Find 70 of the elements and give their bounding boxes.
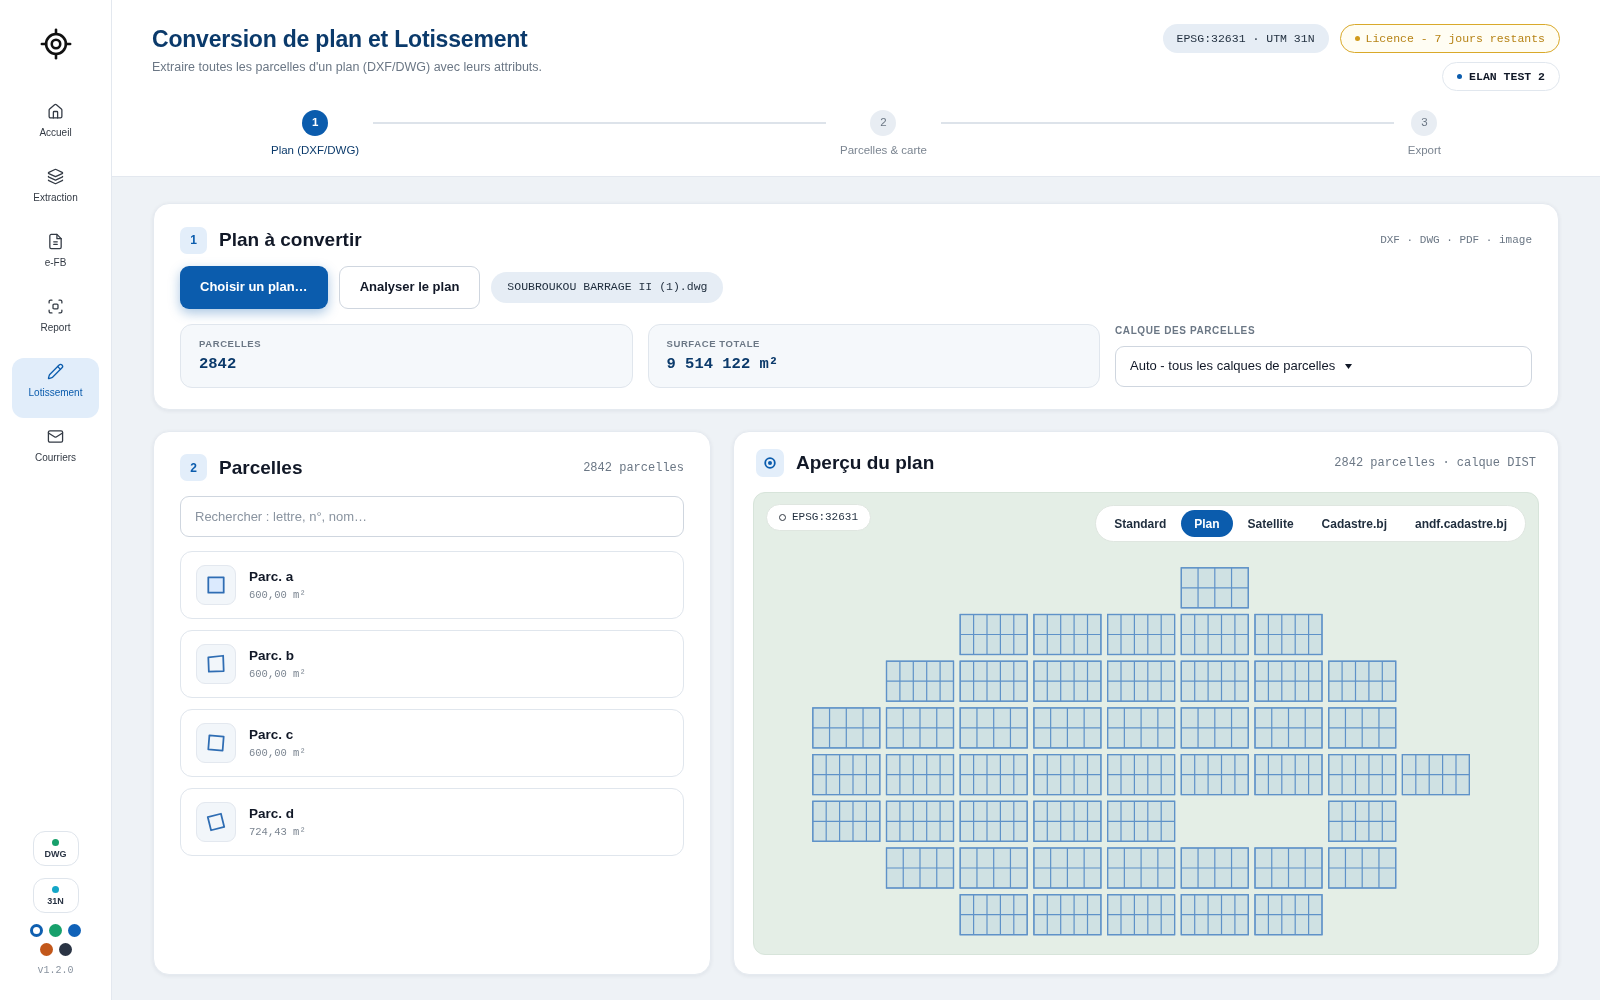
sidebar-nav-item[interactable]: Lotissement <box>12 358 99 418</box>
step-number[interactable]: 1 <box>302 110 329 136</box>
card-title: Aperçu du plan <box>796 450 935 475</box>
parcel-area: 600,00 m² <box>249 746 306 760</box>
user-name: ELAN TEST 2 <box>1469 68 1545 85</box>
parcel-area: 724,43 m² <box>249 825 306 839</box>
basemap-tab[interactable]: Plan <box>1181 510 1233 537</box>
formats-text: DXF · DWG · PDF · image <box>1380 233 1532 248</box>
status-label: 31N <box>47 895 64 906</box>
home-icon <box>47 103 64 120</box>
pencil-icon <box>47 363 64 380</box>
sidebar-nav-item[interactable]: Courriers <box>12 423 99 483</box>
document-icon <box>47 233 64 250</box>
parcel-name: Parc. c <box>249 726 295 743</box>
sidebar-nav-item[interactable]: Accueil <box>12 98 99 158</box>
color-swatch-icon[interactable] <box>49 924 62 937</box>
stat-label: PARCELLES <box>199 336 263 350</box>
version-label: v1.2.0 <box>37 964 74 978</box>
analyze-button[interactable]: Analyser le plan <box>338 265 481 309</box>
crosshair-logo-icon <box>38 27 73 61</box>
status-label: DWG <box>44 848 67 859</box>
preview-summary: 2842 parcelles · calque DIST <box>1334 454 1536 472</box>
layer-select[interactable]: Auto - tous les calques de parcelles <box>1115 345 1532 387</box>
step-label: Parcelles & carte <box>840 143 927 158</box>
section-number: 2 <box>180 454 207 482</box>
step-label: Plan (DXF/DWG) <box>271 143 360 158</box>
section-number: 1 <box>180 226 207 254</box>
basemap-tab[interactable]: andf.cadastre.bj <box>1401 510 1520 537</box>
page-subtitle: Extraire toutes les parcelles d'un plan (DXF/DWG) avec leurs attributs. <box>152 59 543 75</box>
color-swatch-icon[interactable] <box>39 943 53 956</box>
parcel-count: 2842 parcelles <box>583 459 684 477</box>
step-label: Export <box>1407 143 1441 158</box>
card-title: Plan à convertir <box>219 228 362 252</box>
basemap-tab[interactable]: Cadastre.bj <box>1308 510 1400 537</box>
stat-label: SURFACE TOTALE <box>666 336 762 350</box>
parcel-area: 600,00 m² <box>249 667 306 681</box>
crs-badge: EPSG:32631 · UTM 31N <box>1162 24 1329 53</box>
crs-text: EPSG:32631 <box>792 510 858 526</box>
parcel-area: 600,00 m² <box>249 588 306 602</box>
page-title: Conversion de plan et Lotissement <box>152 25 529 54</box>
parcel-list-item[interactable]: Parc. d 724,43 m² <box>180 788 684 856</box>
card-title: Parcelles <box>219 455 303 480</box>
ring-icon <box>756 448 784 477</box>
layers-icon <box>47 168 64 185</box>
parcel-name: Parc. d <box>249 805 296 822</box>
parcel-name: Parc. a <box>249 568 295 585</box>
search-field[interactable]: Rechercher : lettre, n°, nom… <box>180 496 684 537</box>
scan-icon <box>47 298 64 315</box>
license-text: Licence - 7 jours restants <box>1365 30 1545 47</box>
basemap-tab[interactable]: Standard <box>1101 510 1180 537</box>
stat-value: 2842 <box>199 353 238 374</box>
color-swatch-icon[interactable] <box>30 924 43 937</box>
color-swatch-icon[interactable] <box>68 924 81 937</box>
sidebar-nav-item[interactable]: e-FB <box>12 228 99 288</box>
stat-value: 9 514 122 m² <box>666 353 780 374</box>
choose-plan-button[interactable]: Choisir un plan… <box>180 265 328 309</box>
mail-icon <box>47 428 64 445</box>
caret-icon <box>1345 363 1353 369</box>
sidebar-nav-item[interactable]: Report <box>12 293 99 353</box>
basemap-tab[interactable]: Satellite <box>1234 510 1307 537</box>
parcel-list-item[interactable]: Parc. b 600,00 m² <box>180 630 684 698</box>
step-number[interactable]: 3 <box>1411 110 1438 136</box>
parcel-list-item[interactable]: Parc. a 600,00 m² <box>180 551 684 619</box>
field-label: CALQUE DES PARCELLES <box>1115 323 1257 338</box>
color-swatch-icon[interactable] <box>58 943 72 956</box>
parcel-name: Parc. b <box>249 647 296 664</box>
sidebar-nav-item[interactable]: Extraction <box>12 163 99 223</box>
file-name-chip: SOUBROUKOU BARRAGE II (1).dwg <box>491 271 724 303</box>
step-number[interactable]: 2 <box>870 110 897 136</box>
parcel-list-item[interactable]: Parc. c 600,00 m² <box>180 709 684 777</box>
